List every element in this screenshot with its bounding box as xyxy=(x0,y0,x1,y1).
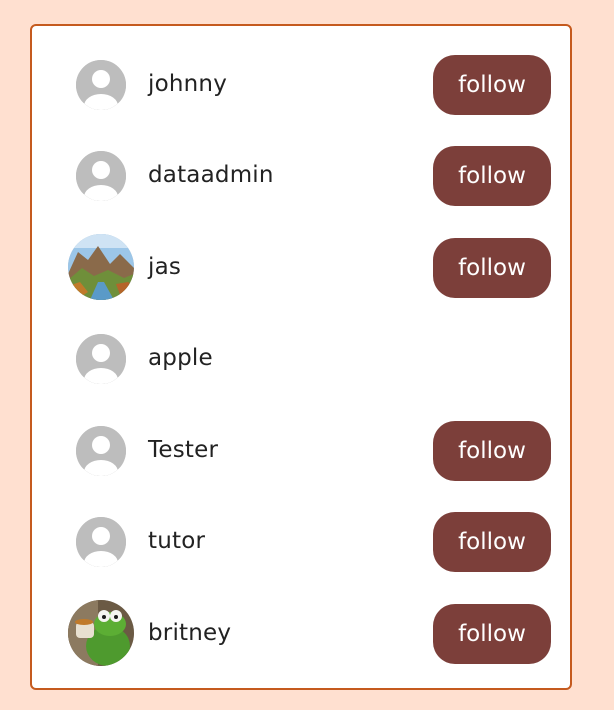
default-avatar-icon xyxy=(76,334,126,384)
list-item-apple: apple xyxy=(32,329,570,389)
follow-button[interactable]: follow xyxy=(433,604,551,664)
default-avatar-icon xyxy=(76,151,126,201)
username[interactable]: jas xyxy=(148,238,181,298)
username[interactable]: Tester xyxy=(148,421,218,481)
follow-button[interactable]: follow xyxy=(433,238,551,298)
follow-button[interactable]: follow xyxy=(433,512,551,572)
landscape-photo-avatar xyxy=(68,234,134,300)
list-item-johnny: johnny follow xyxy=(32,55,570,115)
username[interactable]: johnny xyxy=(148,55,227,115)
default-avatar-icon xyxy=(76,60,126,110)
follow-button[interactable]: follow xyxy=(433,55,551,115)
list-item-jas: jas follow xyxy=(32,234,570,300)
username[interactable]: dataadmin xyxy=(148,146,274,206)
kermit-photo-avatar xyxy=(68,600,134,666)
follow-button[interactable]: follow xyxy=(433,146,551,206)
list-item-tester: Tester follow xyxy=(32,421,570,481)
default-avatar-icon xyxy=(76,426,126,476)
username[interactable]: britney xyxy=(148,604,231,664)
list-item-britney: britney follow xyxy=(32,600,570,666)
list-item-dataadmin: dataadmin follow xyxy=(32,146,570,206)
follow-button[interactable]: follow xyxy=(433,421,551,481)
user-list-card: johnny follow dataadmin follow jas follo… xyxy=(30,24,572,690)
default-avatar-icon xyxy=(76,517,126,567)
username[interactable]: apple xyxy=(148,329,213,389)
list-item-tutor: tutor follow xyxy=(32,512,570,572)
username[interactable]: tutor xyxy=(148,512,205,572)
